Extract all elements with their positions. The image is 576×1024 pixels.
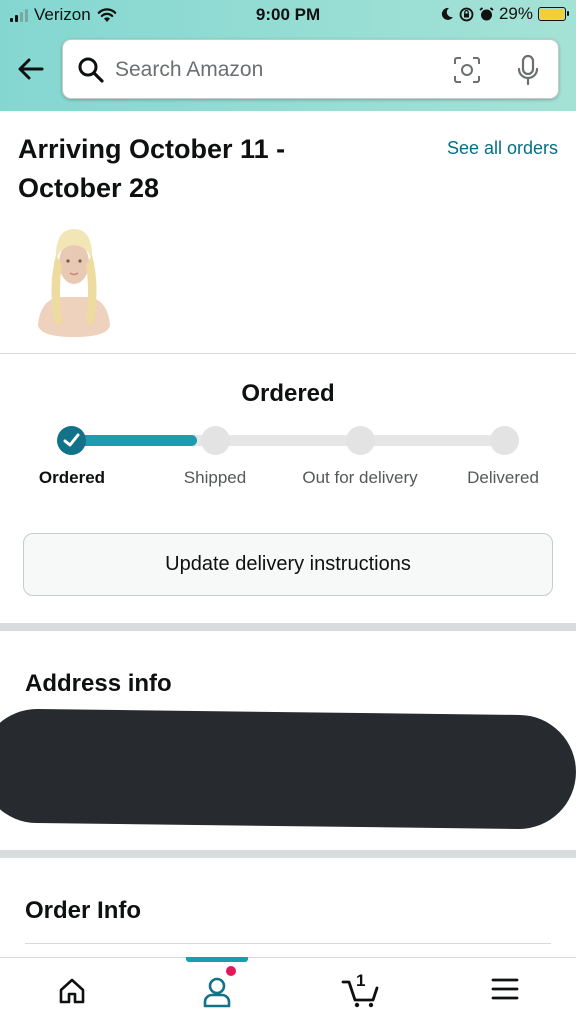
battery-icon <box>538 7 569 21</box>
moon-icon <box>441 7 453 20</box>
alarm-icon <box>479 6 494 20</box>
product-image[interactable] <box>36 225 112 337</box>
step-label-out-for-delivery: Out for delivery <box>302 468 418 487</box>
section-separator <box>0 850 576 858</box>
step-node-shipped <box>201 426 230 455</box>
arrow-left-icon[interactable] <box>14 52 48 86</box>
divider <box>0 353 576 354</box>
battery-percent: 29% <box>498 4 533 23</box>
camera-scan-icon[interactable] <box>453 56 481 84</box>
redacted-address <box>0 708 576 830</box>
step-label-shipped: Shipped <box>183 468 247 487</box>
see-all-orders-link[interactable]: See all orders <box>447 138 558 159</box>
step-node-ordered <box>57 426 86 455</box>
active-tab-indicator <box>186 957 248 962</box>
notification-dot <box>226 966 236 976</box>
account-icon <box>203 977 231 1008</box>
progress-fill <box>71 435 197 446</box>
arrival-title: Arriving October 11 - October 28 <box>18 134 286 203</box>
tab-account[interactable] <box>167 958 267 1024</box>
address-info-title: Address info <box>25 670 172 697</box>
status-right-group: 29% <box>440 4 569 24</box>
header-bar: Verizon 9:00 PM 29% <box>0 0 576 111</box>
orientation-lock-icon <box>459 7 474 21</box>
status-bar: Verizon 9:00 PM 29% <box>0 0 576 30</box>
search-bar[interactable] <box>62 39 559 99</box>
shipment-status-title: Ordered <box>241 380 335 407</box>
step-node-out-for-delivery <box>346 426 375 455</box>
step-node-delivered <box>490 426 519 455</box>
home-icon <box>59 978 85 1004</box>
section-separator <box>0 623 576 631</box>
search-input[interactable] <box>115 54 435 86</box>
order-info-title: Order Info <box>25 897 142 924</box>
tab-cart[interactable] <box>311 958 411 1024</box>
tab-home[interactable] <box>22 958 122 1024</box>
tab-menu[interactable] <box>455 958 555 1024</box>
magnifier-icon <box>78 57 104 83</box>
cart-count-badge: 1 <box>356 971 366 990</box>
bottom-tab-bar <box>0 957 576 1024</box>
progress-track <box>71 435 504 446</box>
step-label-ordered: Ordered <box>38 468 106 487</box>
microphone-icon[interactable] <box>515 54 541 86</box>
update-delivery-instructions-button[interactable]: Update delivery instructions <box>23 533 553 596</box>
checkmark-icon <box>63 433 80 447</box>
step-label-delivered: Delivered <box>467 468 539 487</box>
menu-icon <box>491 978 519 1000</box>
divider <box>25 943 551 944</box>
